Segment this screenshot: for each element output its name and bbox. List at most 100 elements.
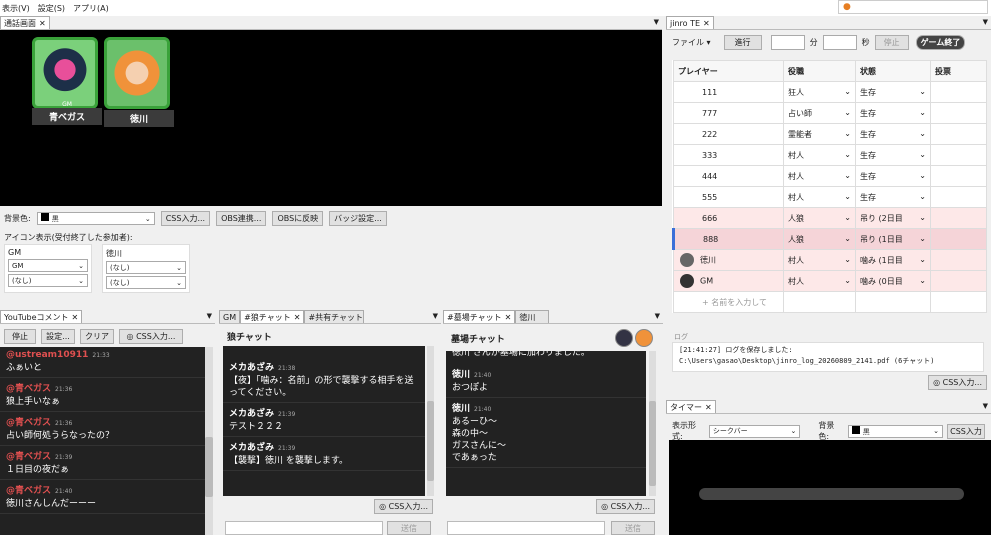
stop-button[interactable]: 停止 [4,329,36,344]
table-row[interactable]: 333 村人 ⌄ 生存 ⌄ [673,144,987,166]
table-row[interactable]: 888 人狼 ⌄ 吊り (1日目 ⌄ [672,228,987,250]
table-row[interactable]: 徳川 村人 ⌄ 噛み (1日目 ⌄ [673,249,987,271]
scrollbar[interactable] [649,351,656,496]
tab-shared-chat[interactable]: #共有チャット [304,310,365,323]
player-table: プレイヤー 役職 状態 投票 111 狂人 ⌄ 生存 ⌄ 777 占い師 ⌄ 生存 ⌄ 222 霊能者 ⌄… [672,60,987,313]
css-input-button[interactable]: ◎ CSS入力... [928,375,987,390]
call-preview: GM 青ベガス 徳川 [0,30,662,206]
list-item: メカあざみ 21:39 【襲撃】徳川 を襲撃します。 [223,437,425,471]
format-select[interactable]: シークバー ⌄ [708,424,801,438]
scrollbar[interactable] [205,347,213,535]
advance-button[interactable]: 進行 [723,35,762,50]
icon-select[interactable]: (なし) ⌄ [106,276,186,289]
avatar [32,37,98,109]
pin-icon[interactable]: ▼ [433,312,438,320]
badge-settings-button[interactable]: バッジ設定... [329,211,387,226]
scrollbar-thumb[interactable] [427,401,434,481]
list-item: 徳川 21:40 おつぽよ [446,359,646,398]
jinro-panel: jinro TE ✕ ▼ ファイル ▾ 進行 分 秒 停止 ゲーム終了 プレイヤー役… [666,16,991,396]
icon-select[interactable]: (なし) ⌄ [106,261,186,274]
list-item: @ustream10911 21:33 ふぁいと [0,347,205,378]
settings-button[interactable]: 設定... [41,329,75,344]
bg-row: 背景色: 黒 ⌄ CSS入力... OBS連携... OBSに反映 バッジ設定..… [4,211,387,226]
table-header: プレイヤー 役職 状態 投票 [673,60,987,82]
icon-select[interactable]: GM ⌄ [8,259,88,272]
pin-icon[interactable]: ▼ [983,18,988,26]
table-row[interactable]: GM 村人 ⌄ 噛み (0日目 ⌄ [673,270,987,292]
scrollbar-thumb[interactable] [649,401,656,486]
wolf-chat-log: メカあざみ 21:38 【夜】「噛み：名前」の形で襲撃する相手を送ってください。 メ… [223,346,425,496]
tab-grave-chat[interactable]: #墓場チャット ✕ [443,310,516,323]
close-icon[interactable]: ✕ [703,19,710,28]
system-message: 徳川 さんが墓場に加わりました。 [452,351,590,358]
pin-icon[interactable]: ▼ [655,312,660,320]
seek-bar [699,488,964,500]
bg-select[interactable]: 黒 ⌄ [847,424,943,438]
format-label: 表示形式: [672,421,696,441]
scrollbar-thumb[interactable] [205,437,213,497]
icon-group: 徳川 (なし) ⌄ (なし) ⌄ [102,244,190,293]
seconds-input[interactable] [822,35,857,50]
tab-youtube[interactable]: YouTubeコメント ✕ [0,310,83,323]
menu-settings[interactable]: 設定(S) [38,3,65,14]
send-button[interactable]: 送信 [611,521,655,535]
send-button[interactable]: 送信 [387,521,431,535]
close-icon[interactable]: ✕ [505,313,512,322]
close-icon[interactable]: ✕ [294,313,301,322]
log-text: [21:41:27] ログを保存しました: C:\Users\gasao\Des… [672,342,984,372]
end-game-button[interactable]: ゲーム終了 [915,35,966,50]
menu-view[interactable]: 表示(V) [2,3,30,14]
bg-select[interactable]: 黒 ⌄ [36,212,155,225]
css-input-button[interactable]: CSS入力 [947,423,985,439]
css-input-button[interactable]: ◎ CSS入力... [596,499,655,514]
pin-icon[interactable]: ▼ [983,402,988,410]
tab-gm[interactable]: GM [219,310,241,323]
close-icon[interactable]: ✕ [39,19,46,28]
table-row[interactable]: 444 村人 ⌄ 生存 ⌄ [673,165,987,187]
obs-apply-button[interactable]: OBSに反映 [272,211,324,226]
avatar [680,253,694,267]
list-item: @青ベガス 21:36 狼上手いなぁ [0,378,205,412]
timer-panel: タイマー ✕ ▼ 表示形式: シークバー ⌄ 背景色: 黒 ⌄ CSS入力 [666,400,991,535]
icon-group: GM GM ⌄ (なし) ⌄ [4,244,92,293]
message-input[interactable] [225,521,383,535]
table-row[interactable]: 555 村人 ⌄ 生存 ⌄ [673,186,987,208]
css-input-button[interactable]: ◎ CSS入力... [374,499,433,514]
pin-icon[interactable]: ▼ [654,18,659,26]
table-row[interactable]: 666 人狼 ⌄ 吊り (2日目 ⌄ [673,207,987,229]
search-box[interactable]: ● [838,0,988,14]
close-icon[interactable]: ✕ [705,403,712,412]
bg-label: 背景色: [818,421,835,441]
youtube-chat: @ustream10911 21:33 ふぁいと @青ベガス 21:36 狼上手いなぁ … [0,347,205,535]
tab-jinro[interactable]: jinro TE ✕ [666,16,714,29]
css-input-button[interactable]: CSS入力... [160,211,211,226]
stop-button[interactable]: 停止 [874,35,909,50]
icon-label: アイコン表示(受付終了した参加者): [4,233,133,242]
icon-group-title: 徳川 [106,249,122,258]
close-icon[interactable]: ✕ [72,313,79,322]
tab-tokugawa[interactable]: 徳川 [515,310,550,323]
avatar [635,329,653,347]
pin-icon[interactable]: ▼ [207,312,212,320]
scrollbar[interactable] [427,346,434,496]
tab-call[interactable]: 通話画面 ✕ [0,16,50,29]
member-card: 徳川 [104,37,174,127]
menu-app[interactable]: アプリ(A) [73,3,109,14]
icon-group-title: GM [8,248,22,257]
css-input-button[interactable]: ◎ CSS入力... [119,329,183,344]
call-panel: 通話画面 ✕ ▼ GM 青ベガス 徳川 背景色: 黒 ⌄ CSS入力... OBS連携… [0,16,662,306]
obs-link-button[interactable]: OBS連携... [216,211,267,226]
tab-wolf-chat[interactable]: #狼チャット ✕ [240,310,305,323]
file-menu[interactable]: ファイル ▾ [672,37,711,48]
table-row[interactable]: 111 狂人 ⌄ 生存 ⌄ [673,81,987,103]
avatar [104,37,170,109]
minutes-input[interactable] [770,35,805,50]
list-item: メカあざみ 21:38 【夜】「噛み：名前」の形で襲撃する相手を送ってください。 [223,346,425,403]
table-row[interactable]: 777 占い師 ⌄ 生存 ⌄ [673,102,987,124]
icon-select[interactable]: (なし) ⌄ [8,274,88,287]
tab-timer[interactable]: タイマー ✕ [666,400,716,413]
message-input[interactable] [447,521,605,535]
table-row[interactable]: 222 霊能者 ⌄ 生存 ⌄ [673,123,987,145]
clear-button[interactable]: クリア [80,329,114,344]
add-player-row[interactable]: + 名前を入力して [673,291,987,313]
